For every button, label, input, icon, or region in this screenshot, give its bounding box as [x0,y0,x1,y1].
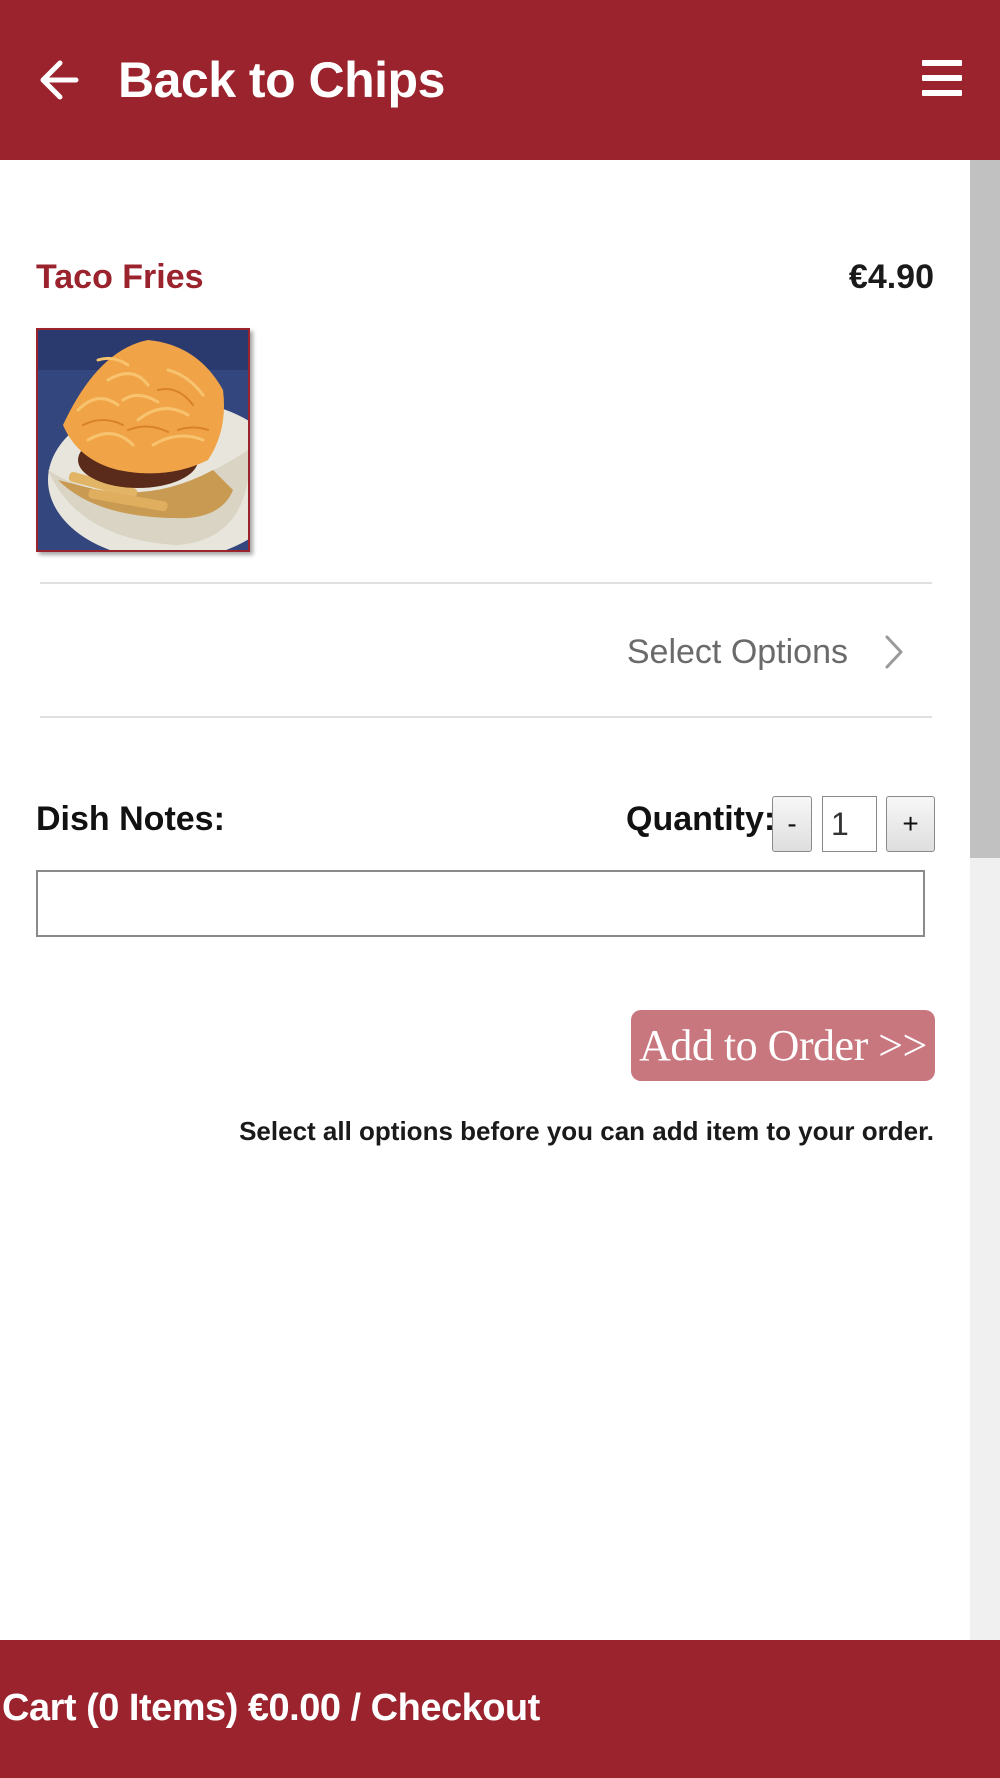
select-options-row[interactable]: Select Options [627,628,904,676]
divider [40,582,932,584]
scrollbar-thumb[interactable] [970,160,1000,858]
dish-notes-input[interactable] [36,870,925,937]
taco-fries-photo-icon [38,330,248,550]
bottom-cart-bar: Cart (0 Items) €0.00 / Checkout [0,1640,1000,1778]
chevron-right-icon [885,635,903,669]
page: Back to Chips Taco Fries €4.90 Select Op… [0,0,1000,1778]
quantity-label: Quantity: [626,800,776,838]
dish-notes-label: Dish Notes: [36,800,225,838]
quantity-decrement-button[interactable]: - [772,796,812,852]
add-to-order-button[interactable]: Add to Order >> [631,1010,935,1081]
quantity-increment-button[interactable]: + [886,796,935,852]
hamburger-menu-icon[interactable] [922,60,966,100]
top-app-bar: Back to Chips [0,0,1000,160]
item-photo[interactable] [36,328,250,552]
back-to-category-link[interactable]: Back to Chips [118,44,445,116]
item-price: €4.90 [848,258,934,296]
cart-checkout-link[interactable]: Cart (0 Items) €0.00 / Checkout [2,1678,540,1738]
select-options-label: Select Options [626,632,848,671]
divider [40,716,932,718]
item-name: Taco Fries [36,258,204,296]
options-required-hint: Select all options before you can add it… [239,1116,934,1146]
arrow-left-icon[interactable] [38,55,82,105]
quantity-input[interactable] [822,796,877,852]
